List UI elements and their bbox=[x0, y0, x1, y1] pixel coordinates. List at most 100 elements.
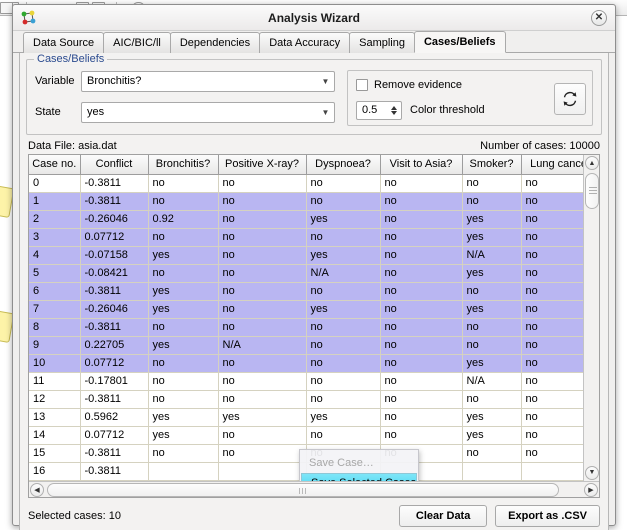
table-cell[interactable]: no bbox=[218, 372, 307, 391]
table-row[interactable]: 100.07712nonononoyesnono bbox=[29, 354, 583, 373]
table-row[interactable]: 30.07712nonononoyesnono bbox=[29, 228, 583, 247]
table-cell[interactable]: no bbox=[218, 264, 307, 283]
table-cell[interactable]: no bbox=[148, 354, 219, 373]
table-cell[interactable]: no bbox=[218, 444, 307, 463]
table-row[interactable]: 6-0.3811yesnononononono bbox=[29, 282, 583, 301]
table-cell[interactable]: no bbox=[462, 174, 522, 193]
table-row[interactable]: 140.07712yesnononoyesnono bbox=[29, 426, 583, 445]
table-cell[interactable]: no bbox=[462, 282, 522, 301]
table-cell[interactable]: 8 bbox=[29, 318, 81, 337]
dialog-titlebar[interactable]: Analysis Wizard ✕ bbox=[13, 5, 615, 31]
table-row[interactable]: 1-0.3811nonononononono bbox=[29, 192, 583, 211]
table-cell[interactable]: yes bbox=[306, 300, 381, 319]
table-cell[interactable]: yes bbox=[148, 426, 219, 445]
table-cell[interactable]: no bbox=[218, 228, 307, 247]
table-cell[interactable]: no bbox=[521, 174, 583, 193]
table-cell[interactable]: no bbox=[148, 228, 219, 247]
context-menu-item-save-selected-cases[interactable]: Save Selected Cases bbox=[301, 473, 417, 481]
table-cell[interactable]: no bbox=[148, 174, 219, 193]
table-cell[interactable]: yes bbox=[218, 408, 307, 427]
table-cell[interactable]: 1 bbox=[29, 192, 81, 211]
stepper-down-icon[interactable] bbox=[390, 110, 397, 115]
table-row[interactable]: 130.5962yesyesyesnoyesnono bbox=[29, 408, 583, 427]
table-cell[interactable]: 0.92 bbox=[148, 210, 219, 229]
table-cell[interactable]: no bbox=[521, 300, 583, 319]
table-cell[interactable]: no bbox=[521, 318, 583, 337]
table-cell[interactable]: no bbox=[148, 264, 219, 283]
table-cell[interactable]: no bbox=[462, 444, 522, 463]
table-cell[interactable]: 12 bbox=[29, 390, 81, 409]
column-header-conflict[interactable]: Conflict bbox=[80, 155, 149, 175]
tab-sampling[interactable]: Sampling bbox=[349, 32, 415, 53]
table-cell[interactable]: no bbox=[148, 192, 219, 211]
table-cell[interactable]: 0.07712 bbox=[80, 228, 149, 247]
table-cell[interactable]: no bbox=[218, 300, 307, 319]
table-cell[interactable]: 14 bbox=[29, 426, 81, 445]
horizontal-scrollbar-thumb[interactable] bbox=[47, 482, 559, 497]
table-cell[interactable]: N/A bbox=[462, 246, 522, 265]
table-cell[interactable]: -0.08421 bbox=[80, 264, 149, 283]
table-cell[interactable]: no bbox=[462, 192, 522, 211]
table-horizontal-scrollbar[interactable]: ◀ ▶ bbox=[29, 480, 599, 497]
table-cell[interactable]: 9 bbox=[29, 336, 81, 355]
table-cell[interactable]: -0.3811 bbox=[80, 444, 149, 463]
table-cell[interactable]: yes bbox=[462, 264, 522, 283]
table-cell[interactable]: no bbox=[521, 354, 583, 373]
table-row[interactable]: 5-0.08421nonoN/Anoyesnono bbox=[29, 264, 583, 283]
table-cell[interactable]: no bbox=[218, 246, 307, 265]
scroll-left-button[interactable]: ◀ bbox=[30, 482, 44, 497]
table-cell[interactable]: no bbox=[462, 318, 522, 337]
table-cell[interactable]: 4 bbox=[29, 246, 81, 265]
table-cell[interactable]: no bbox=[306, 336, 381, 355]
table-cell[interactable]: -0.3811 bbox=[80, 174, 149, 193]
table-cell[interactable]: -0.3811 bbox=[80, 282, 149, 301]
table-cell[interactable]: 0.07712 bbox=[80, 354, 149, 373]
table-cell[interactable]: no bbox=[521, 228, 583, 247]
remove-evidence-row[interactable]: Remove evidence bbox=[356, 77, 584, 93]
table-cell[interactable]: 6 bbox=[29, 282, 81, 301]
table-cell[interactable]: yes bbox=[462, 426, 522, 445]
table-cell[interactable]: N/A bbox=[306, 264, 381, 283]
table-cell[interactable]: 11 bbox=[29, 372, 81, 391]
table-cell[interactable]: 2 bbox=[29, 210, 81, 229]
table-cell[interactable]: 10 bbox=[29, 354, 81, 373]
table-row[interactable]: 90.22705yesN/Anonononono bbox=[29, 336, 583, 355]
table-cell[interactable]: N/A bbox=[218, 336, 307, 355]
table-cell[interactable]: 0.5962 bbox=[80, 408, 149, 427]
column-header-positive-xray[interactable]: Positive X-ray? bbox=[218, 155, 307, 175]
table-cell[interactable]: no bbox=[148, 372, 219, 391]
table-cell[interactable] bbox=[521, 462, 583, 481]
table-cell[interactable]: -0.3811 bbox=[80, 462, 149, 481]
table-cell[interactable]: no bbox=[380, 246, 463, 265]
table-cell[interactable]: no bbox=[380, 264, 463, 283]
table-cell[interactable] bbox=[462, 462, 522, 481]
table-cell[interactable]: no bbox=[148, 444, 219, 463]
close-window-button[interactable]: ✕ bbox=[591, 10, 607, 26]
column-header-visit-to-asia[interactable]: Visit to Asia? bbox=[380, 155, 463, 175]
vertical-scrollbar-thumb[interactable] bbox=[585, 173, 599, 209]
table-cell[interactable]: no bbox=[380, 192, 463, 211]
table-cell[interactable]: no bbox=[521, 336, 583, 355]
table-cell[interactable]: no bbox=[148, 318, 219, 337]
column-header-lung-cancer[interactable]: Lung cancer? bbox=[521, 155, 583, 175]
export-csv-button[interactable]: Export as .CSV bbox=[495, 504, 600, 527]
table-cell[interactable]: 13 bbox=[29, 408, 81, 427]
table-cell[interactable]: 7 bbox=[29, 300, 81, 319]
scroll-up-button[interactable]: ▲ bbox=[585, 156, 599, 170]
table-vertical-scrollbar[interactable]: ▲ ▼ bbox=[583, 155, 599, 481]
table-cell[interactable]: no bbox=[380, 318, 463, 337]
tab-cases-beliefs[interactable]: Cases/Beliefs bbox=[413, 31, 506, 53]
table-cell[interactable]: no bbox=[218, 354, 307, 373]
table-cell[interactable]: 3 bbox=[29, 228, 81, 247]
table-cell[interactable]: no bbox=[380, 336, 463, 355]
table-cell[interactable]: no bbox=[521, 246, 583, 265]
variable-select[interactable]: Bronchitis? ▼ bbox=[81, 70, 335, 92]
column-header-dyspnoea[interactable]: Dyspnoea? bbox=[306, 155, 381, 175]
table-cell[interactable]: -0.3811 bbox=[80, 192, 149, 211]
table-cell[interactable]: no bbox=[380, 300, 463, 319]
table-cell[interactable]: no bbox=[306, 174, 381, 193]
table-cell[interactable]: no bbox=[380, 210, 463, 229]
table-cell[interactable]: yes bbox=[306, 408, 381, 427]
table-cell[interactable]: no bbox=[218, 210, 307, 229]
table-cell[interactable]: no bbox=[218, 390, 307, 409]
